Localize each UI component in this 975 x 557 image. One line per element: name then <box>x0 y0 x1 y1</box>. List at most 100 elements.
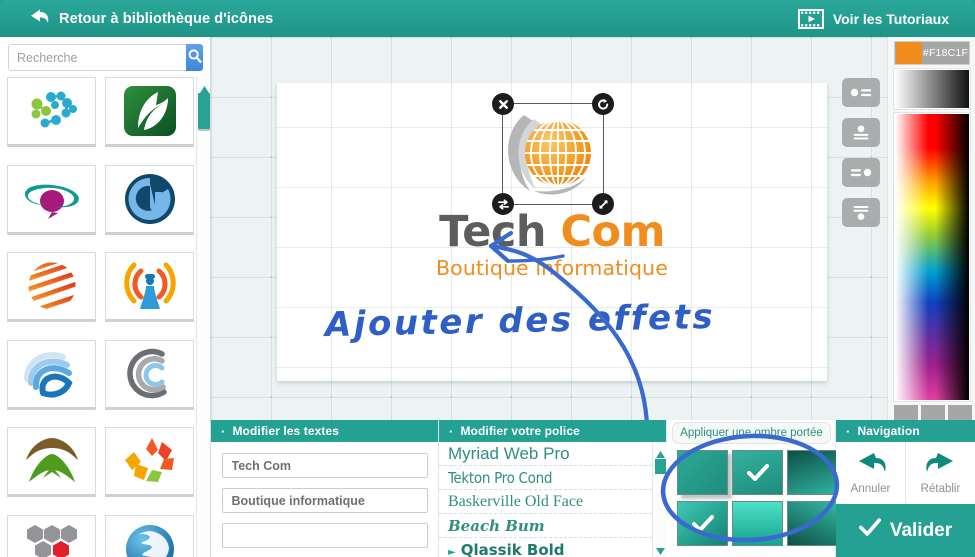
green-leaf-square-icon <box>122 84 178 138</box>
check-icon <box>858 518 881 543</box>
check-icon <box>691 514 714 533</box>
align-icon-top[interactable] <box>842 118 880 147</box>
selected-caret-icon: ► <box>448 547 456 557</box>
top-bar: Retour à bibliothèque d'icônes Voir les … <box>0 0 975 37</box>
check-icon <box>746 463 769 482</box>
icon-cell-blue-wave-spiral[interactable] <box>7 339 96 410</box>
drop-shadow-panel-title: Appliquer une ombre portée <box>672 422 831 444</box>
blue-circle-swoosh-icon <box>123 172 177 226</box>
drop-shadow-panel: Appliquer une ombre portée <box>667 420 838 557</box>
view-tutorials-button[interactable]: Voir les Tutoriaux <box>797 5 949 32</box>
magenta-planet-ring-icon <box>19 176 85 222</box>
red-striped-sphere-icon <box>26 260 78 312</box>
scroll-up-icon[interactable] <box>655 446 666 458</box>
bullet-icon: · <box>449 423 454 439</box>
validate-button[interactable]: Valider <box>836 504 975 557</box>
molecule-dots-icon <box>21 86 83 136</box>
undo-arrow-icon <box>854 452 888 481</box>
navigation-buttons: Annuler Rétablir <box>836 442 975 504</box>
delete-handle[interactable] <box>492 93 514 115</box>
current-color-swatch[interactable] <box>896 42 922 64</box>
panel-title-label: Modifier votre police <box>460 424 580 438</box>
grayscale-gradient-picker[interactable] <box>893 68 971 110</box>
search-button[interactable] <box>186 44 203 71</box>
font-list-scrollbar[interactable] <box>652 442 667 557</box>
scroll-up-icon[interactable] <box>199 81 210 93</box>
back-to-icon-library-button[interactable]: Retour à bibliothèque d'icônes <box>28 4 273 33</box>
icon-cell-molecule-dots[interactable] <box>7 77 96 147</box>
magnifier-icon <box>187 48 203 67</box>
resize-handle[interactable] <box>592 193 614 215</box>
rotate-cw-icon <box>597 98 610 111</box>
undo-label: Annuler <box>850 482 891 495</box>
back-arrow-icon <box>28 9 50 29</box>
blue-wave-spiral-icon <box>23 349 81 399</box>
font-list-item-selected[interactable]: ► Qlassik Bold <box>439 538 652 557</box>
icon-cell-orange-wifi-tower[interactable] <box>105 252 194 322</box>
font-list[interactable]: Myriad Web Pro Tekton Pro Cond Baskervil… <box>439 442 652 557</box>
font-list-item[interactable]: Beach Bum <box>439 514 652 538</box>
font-item-label: Qlassik Bold <box>460 541 565 557</box>
editor-canvas[interactable]: Tech Com Boutique informatique Ajouter d… <box>211 37 887 420</box>
bottom-toolbar: · Modifier les textes · Modifier votre p… <box>0 420 975 557</box>
logo-paper[interactable]: Tech Com Boutique informatique Ajouter d… <box>277 83 827 381</box>
current-color-row: #F18C1F <box>894 41 970 65</box>
bullet-icon: · <box>846 423 851 439</box>
color-picker-panel: #F18C1F <box>887 37 975 450</box>
icon-cell-red-striped-sphere[interactable] <box>7 252 96 322</box>
font-list-item[interactable]: Tekton Pro Cond <box>439 466 652 490</box>
icon-cell-green-leaf-square[interactable] <box>105 77 194 147</box>
text-field-line1[interactable] <box>221 453 428 478</box>
icon-cell-magenta-planet-ring[interactable] <box>7 164 96 235</box>
selection-box <box>492 93 614 215</box>
logo-composition: Tech Com Boutique informatique <box>277 93 827 280</box>
film-play-icon <box>797 8 824 29</box>
font-scroll-thumb[interactable] <box>655 459 666 474</box>
undo-button[interactable]: Annuler <box>836 442 905 504</box>
rotate-handle[interactable] <box>592 93 614 115</box>
resize-diagonal-icon <box>597 198 610 211</box>
validate-label: Valider <box>889 519 953 541</box>
search-input[interactable] <box>8 44 186 71</box>
orange-wifi-tower-icon <box>121 259 179 313</box>
panel-title-label: Navigation <box>857 424 920 438</box>
flip-handle[interactable] <box>492 193 514 215</box>
sidebar-scroll-thumb[interactable] <box>198 93 210 129</box>
font-list-item[interactable]: Baskerville Old Face <box>439 490 652 514</box>
shadow-style-3[interactable] <box>787 450 838 495</box>
align-icon-left[interactable] <box>842 78 880 107</box>
redo-button[interactable]: Rétablir <box>905 442 975 504</box>
edit-texts-panel: · Modifier les textes <box>211 420 439 557</box>
close-x-icon <box>497 98 510 111</box>
shadow-style-5[interactable] <box>732 501 783 546</box>
text-field-line3[interactable] <box>221 523 428 548</box>
flip-horizontal-icon <box>497 198 510 211</box>
handwritten-annotation-text: Ajouter des effets <box>324 296 716 346</box>
navigation-panel: · Navigation Annuler Rétablir Valider <box>836 420 975 557</box>
shadow-style-4[interactable] <box>677 501 728 546</box>
grey-arc-crescent-icon <box>124 348 176 400</box>
shadow-style-1[interactable] <box>677 450 728 495</box>
color-spectrum-picker[interactable] <box>893 112 971 402</box>
icon-cell-blue-circle-swoosh[interactable] <box>105 164 194 235</box>
redo-label: Rétablir <box>920 482 961 495</box>
alignment-toolbar <box>842 78 880 227</box>
current-color-hex: #F18C1F <box>922 47 969 59</box>
redo-arrow-icon <box>924 452 958 481</box>
panel-title-label: Modifier les textes <box>232 424 340 438</box>
align-icon-bottom[interactable] <box>842 198 880 227</box>
edit-font-panel: · Modifier votre police Myriad Web Pro T… <box>439 420 667 557</box>
icon-cell-grey-arc-crescent[interactable] <box>105 339 194 410</box>
text-field-line2[interactable] <box>221 488 428 513</box>
logo-title[interactable]: Tech Com <box>439 211 665 254</box>
shadow-style-2[interactable] <box>732 450 783 495</box>
bullet-icon: · <box>221 423 226 439</box>
align-icon-right[interactable] <box>842 158 880 187</box>
shadow-style-6[interactable] <box>787 501 838 546</box>
shadow-swatch-grid <box>677 450 838 546</box>
scroll-down-icon[interactable] <box>655 543 666 555</box>
logo-subtitle[interactable]: Boutique informatique <box>436 256 668 280</box>
font-list-item[interactable]: Myriad Web Pro <box>439 442 652 466</box>
logo-symbol[interactable] <box>490 93 614 217</box>
app-root: Retour à bibliothèque d'icônes Voir les … <box>0 0 975 557</box>
